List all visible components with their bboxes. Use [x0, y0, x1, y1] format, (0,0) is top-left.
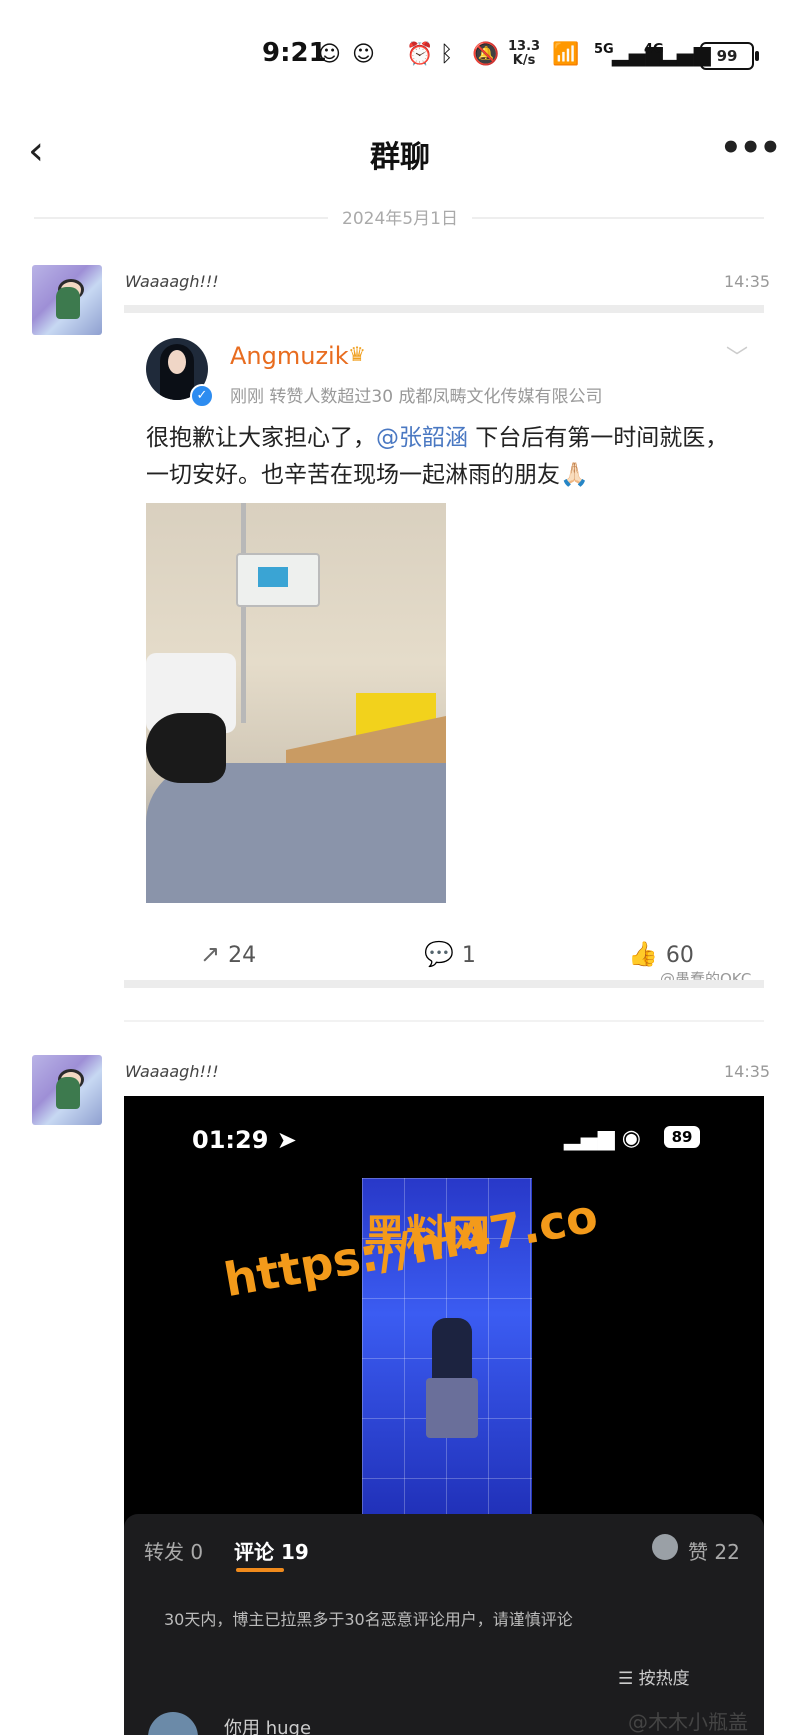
- notice-text: 30天内，博主已拉黑多于30名恶意评论用户，请谨慎评论: [164, 1610, 573, 1629]
- tab-comment[interactable]: 评论 19: [234, 1536, 309, 1565]
- app-notification-icon: ☺: [318, 42, 341, 67]
- chevron-down-icon[interactable]: ﹀: [726, 340, 748, 372]
- video-status-icons: ▂▄▆ ◉: [564, 1126, 641, 1151]
- weibo-author-name[interactable]: Angmuzik: [230, 342, 349, 370]
- divider: [124, 1020, 764, 1022]
- avatar[interactable]: [32, 1055, 102, 1125]
- status-bar: 9:21 ☺ ☺ ⏰ ᛒ 🔕 13.3 K/s 📶 5G ▂▄▆ 4G ▂▄▆ 9…: [0, 38, 800, 78]
- weibo-text: 很抱歉让大家担心了，@张韶涵 下台后有第一时间就医，一切安好。也辛苦在现场一起淋…: [146, 425, 729, 488]
- video-battery: 89: [664, 1126, 700, 1148]
- status-time: 9:21: [262, 38, 327, 68]
- network-speed: 13.3 K/s: [508, 39, 541, 68]
- message-time: 14:35: [724, 272, 771, 291]
- tab-indicator: [236, 1568, 284, 1572]
- video-screenshot[interactable]: 01:29 ➤ ▂▄▆ ◉ 89 黑料网 https://hl47.co 转发 …: [124, 1096, 764, 1735]
- avatar[interactable]: [32, 265, 102, 335]
- card-border: [124, 980, 764, 988]
- sort-icon: ☰: [618, 1669, 634, 1689]
- repost-icon: ↗: [200, 940, 221, 968]
- avatar: [652, 1534, 678, 1560]
- sender-name: Waaaagh!!!: [125, 1062, 219, 1081]
- comment-icon: 💬: [424, 940, 454, 968]
- location-arrow-icon: ➤: [276, 1126, 297, 1154]
- card-border: [124, 305, 764, 313]
- tab-like[interactable]: 赞 22: [688, 1536, 740, 1565]
- like-icon: 👍: [628, 940, 658, 968]
- more-icon[interactable]: •••: [720, 128, 781, 168]
- watermark: @木木小瓶盖: [628, 1710, 748, 1734]
- page-title: 群聊: [370, 140, 430, 175]
- video-time: 01:29 ➤: [192, 1126, 297, 1154]
- commenter-name: 你用 huge: [224, 1718, 312, 1735]
- message-time: 14:35: [724, 1062, 771, 1081]
- like-button[interactable]: 👍 60: [628, 940, 694, 968]
- app-notification-icon: ☺: [352, 42, 375, 67]
- avatar: [148, 1712, 198, 1735]
- mute-icon: 🔕: [472, 42, 500, 67]
- crown-icon: ♛: [348, 342, 366, 366]
- comment-panel: 转发 0 评论 19 赞 22 30天内，博主已拉黑多于30名恶意评论用户，请谨…: [124, 1514, 764, 1735]
- repost-button[interactable]: ↗ 24: [200, 940, 256, 968]
- comment-button[interactable]: 💬 1: [424, 940, 476, 968]
- tab-repost[interactable]: 转发 0: [144, 1536, 203, 1565]
- sender-name: Waaaagh!!!: [125, 272, 219, 291]
- mention-link[interactable]: @张韶涵: [376, 425, 468, 451]
- weibo-meta: 刚刚 转赞人数超过30 成都凤畴文化传媒有限公司: [230, 387, 603, 407]
- alarm-icon: ⏰: [406, 42, 434, 67]
- signal-5g: 5G: [594, 42, 614, 57]
- bluetooth-icon: ᛒ: [440, 42, 454, 67]
- weibo-photo[interactable]: [146, 503, 446, 903]
- verified-icon: ✓: [190, 384, 214, 408]
- wifi-icon: 📶: [552, 42, 580, 67]
- sort-button[interactable]: ☰ 按热度: [618, 1664, 690, 1689]
- battery-indicator: 99: [700, 42, 759, 70]
- date-divider: 2024年5月1日: [0, 204, 800, 229]
